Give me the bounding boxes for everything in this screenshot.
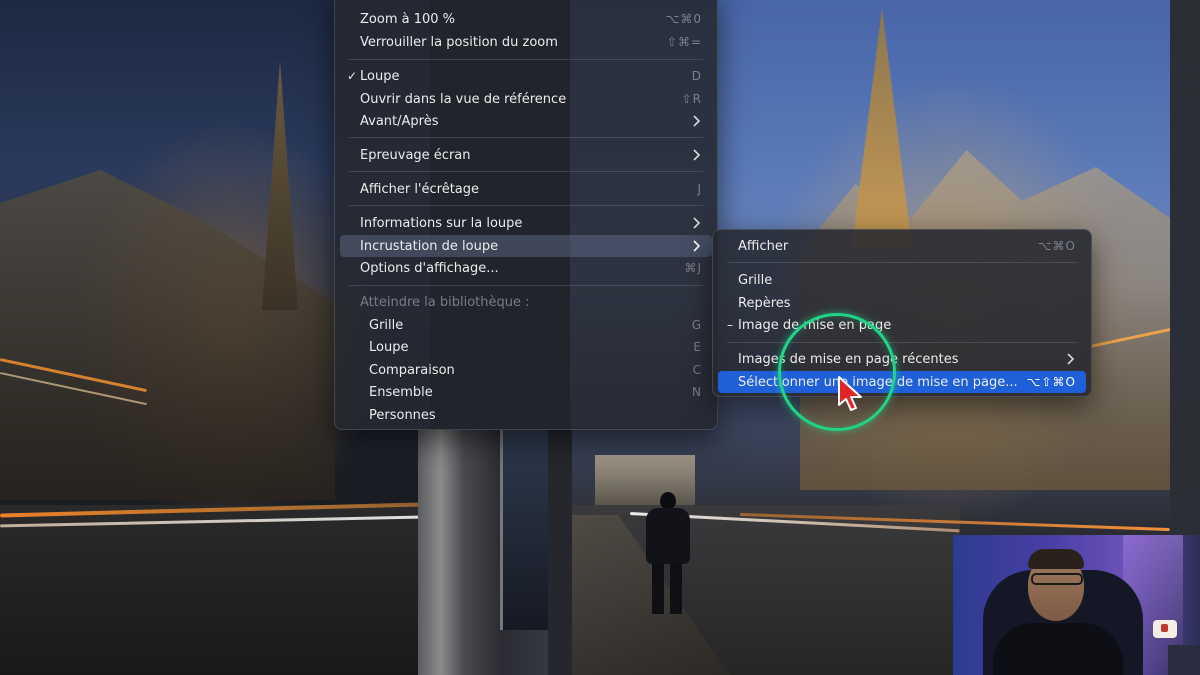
menu-separator (727, 342, 1077, 343)
menu-item-shortcut: J (697, 182, 702, 196)
menu-item-label: Grille (369, 317, 404, 333)
menu-section-goto-library: Atteindre la bibliothèque : (340, 291, 712, 313)
menu-item-label: Personnes (369, 407, 436, 423)
menu-item-shortcut: ⇧R (681, 92, 702, 106)
menu-item-label: Ouvrir dans la vue de référence (360, 91, 567, 107)
menu-item-label: Afficher l'écrêtage (360, 181, 480, 197)
cursor-highlight-ring (778, 313, 896, 431)
menu-item-library-survey[interactable]: Ensemble N (340, 381, 712, 403)
menu-item-shortcut: ⌥⌘0 (665, 12, 702, 26)
loupe-overlay-submenu: Afficher ⌥⌘O Grille Repères – Image de m… (712, 229, 1092, 397)
chevron-right-icon (693, 217, 701, 229)
presenter-shirt (993, 623, 1123, 675)
road-left (0, 505, 430, 675)
submenu-item-grid[interactable]: Grille (718, 269, 1086, 291)
checkmark-icon: ✓ (346, 69, 358, 83)
menu-section-label: Atteindre la bibliothèque : (360, 294, 530, 310)
menu-item-library-people[interactable]: Personnes (340, 404, 712, 426)
menu-item-shortcut: G (691, 318, 702, 332)
submenu-item-choose-layout-image[interactable]: Sélectionner une image de mise en page..… (718, 371, 1086, 393)
menu-item-lock-zoom[interactable]: Verrouiller la position du zoom ⇧⌘= (340, 31, 712, 53)
menu-item-shortcut: ⇧⌘= (666, 35, 702, 49)
menu-separator (349, 137, 703, 138)
menu-separator (349, 171, 703, 172)
menu-item-shortcut: ⌥⇧⌘O (1026, 375, 1076, 389)
menu-item-shortcut: E (693, 340, 702, 354)
chevron-right-icon (693, 240, 701, 252)
submenu-item-guides[interactable]: Repères (718, 292, 1086, 314)
menu-item-shortcut: N (692, 385, 702, 399)
glasses (1031, 573, 1083, 585)
pillar (548, 430, 572, 675)
menu-item-zoom-100[interactable]: Zoom à 100 % ⌥⌘0 (340, 8, 712, 30)
menu-item-reference-view[interactable]: Ouvrir dans la vue de référence ⇧R (340, 88, 712, 110)
menu-item-label: Epreuvage écran (360, 147, 471, 163)
menu-item-shortcut: C (692, 363, 702, 377)
dash-icon: – (727, 318, 733, 332)
menu-item-loupe-info[interactable]: Informations sur la loupe (340, 212, 712, 234)
menu-item-label: Options d'affichage... (360, 260, 499, 276)
speaker (1168, 645, 1200, 675)
menu-item-label: Loupe (360, 68, 400, 84)
menu-item-shortcut: ⌘J (684, 261, 702, 275)
menu-item-shortcut: D (691, 69, 702, 83)
menu-item-shortcut: ⌥⌘O (1037, 239, 1076, 253)
menu-item-loupe[interactable]: ✓ Loupe D (340, 65, 712, 87)
menu-item-label: Comparaison (369, 362, 455, 378)
chevron-right-icon (1067, 353, 1075, 365)
menu-separator (349, 59, 703, 60)
menu-item-show-clipping[interactable]: Afficher l'écrêtage J (340, 178, 712, 200)
menu-item-before-after[interactable]: Avant/Après (340, 110, 712, 132)
menu-item-label: Zoom à 100 % (360, 11, 456, 27)
menu-item-label: Verrouiller la position du zoom (360, 34, 558, 50)
chevron-right-icon (693, 115, 701, 127)
menu-item-library-compare[interactable]: Comparaison C (340, 359, 712, 381)
menu-item-loupe-overlay[interactable]: Incrustation de loupe (340, 235, 712, 257)
view-menu: Zoom à 100 % ⌥⌘0 Verrouiller la position… (334, 0, 718, 430)
building-window (500, 430, 548, 630)
chevron-right-icon (693, 149, 701, 161)
menu-item-label: Repères (738, 295, 791, 311)
menu-item-label: Afficher (738, 238, 789, 254)
menu-separator (349, 205, 703, 206)
mouse-pointer-icon (838, 376, 862, 411)
menu-item-label: Incrustation de loupe (360, 238, 499, 254)
menu-item-library-grid[interactable]: Grille G (340, 314, 712, 336)
submenu-item-show[interactable]: Afficher ⌥⌘O (718, 235, 1086, 257)
menu-separator (727, 262, 1077, 263)
standing-person (644, 492, 692, 618)
menu-item-library-loupe[interactable]: Loupe E (340, 336, 712, 358)
menu-item-label: Ensemble (369, 384, 433, 400)
menu-separator (349, 285, 703, 286)
menu-item-label: Loupe (369, 339, 409, 355)
menu-item-view-options[interactable]: Options d'affichage... ⌘J (340, 257, 712, 279)
menu-item-label: Avant/Après (360, 113, 439, 129)
menu-item-soft-proofing[interactable]: Epreuvage écran (340, 144, 712, 166)
webcam-overlay (953, 535, 1200, 675)
submenu-item-layout-image[interactable]: – Image de mise en page (718, 314, 1086, 336)
menu-item-label: Grille (738, 272, 773, 288)
panel-edge (1170, 0, 1200, 540)
menu-item-label: Informations sur la loupe (360, 215, 523, 231)
submenu-item-recent-layout-images[interactable]: Images de mise en page récentes (718, 348, 1086, 370)
